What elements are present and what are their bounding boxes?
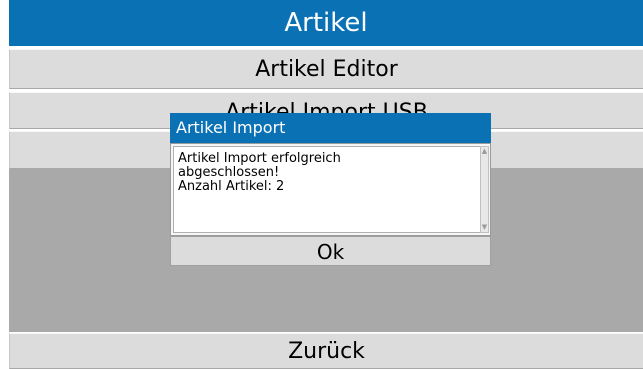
ok-button[interactable]: Ok — [170, 236, 491, 266]
message-line: Artikel Import erfolgreich — [178, 151, 341, 166]
dialog-title: Artikel Import — [170, 113, 491, 143]
artikel-editor-button[interactable]: Artikel Editor — [9, 49, 643, 89]
import-dialog: Artikel Import Artikel Import erfolgreic… — [170, 113, 491, 266]
screen: Artikel Artikel Editor Artikel Import US… — [0, 0, 643, 369]
scroll-up-icon[interactable]: ▲ — [481, 147, 488, 156]
ok-button-label: Ok — [316, 240, 345, 264]
dialog-body: Artikel Import erfolgreich abgeschlossen… — [170, 143, 491, 236]
scroll-down-icon[interactable]: ▼ — [481, 223, 488, 232]
message-line: Anzahl Artikel: 2 — [178, 179, 285, 194]
message-text-area[interactable]: Artikel Import erfolgreich abgeschlossen… — [173, 146, 481, 233]
back-button[interactable]: Zurück — [9, 333, 643, 369]
artikel-editor-label: Artikel Editor — [255, 57, 398, 82]
page-title: Artikel — [9, 0, 643, 46]
back-button-label: Zurück — [288, 339, 365, 364]
message-scrollbar[interactable]: ▲ ▼ — [480, 146, 489, 233]
message-line: abgeschlossen! — [178, 165, 280, 180]
left-margin — [0, 0, 9, 369]
